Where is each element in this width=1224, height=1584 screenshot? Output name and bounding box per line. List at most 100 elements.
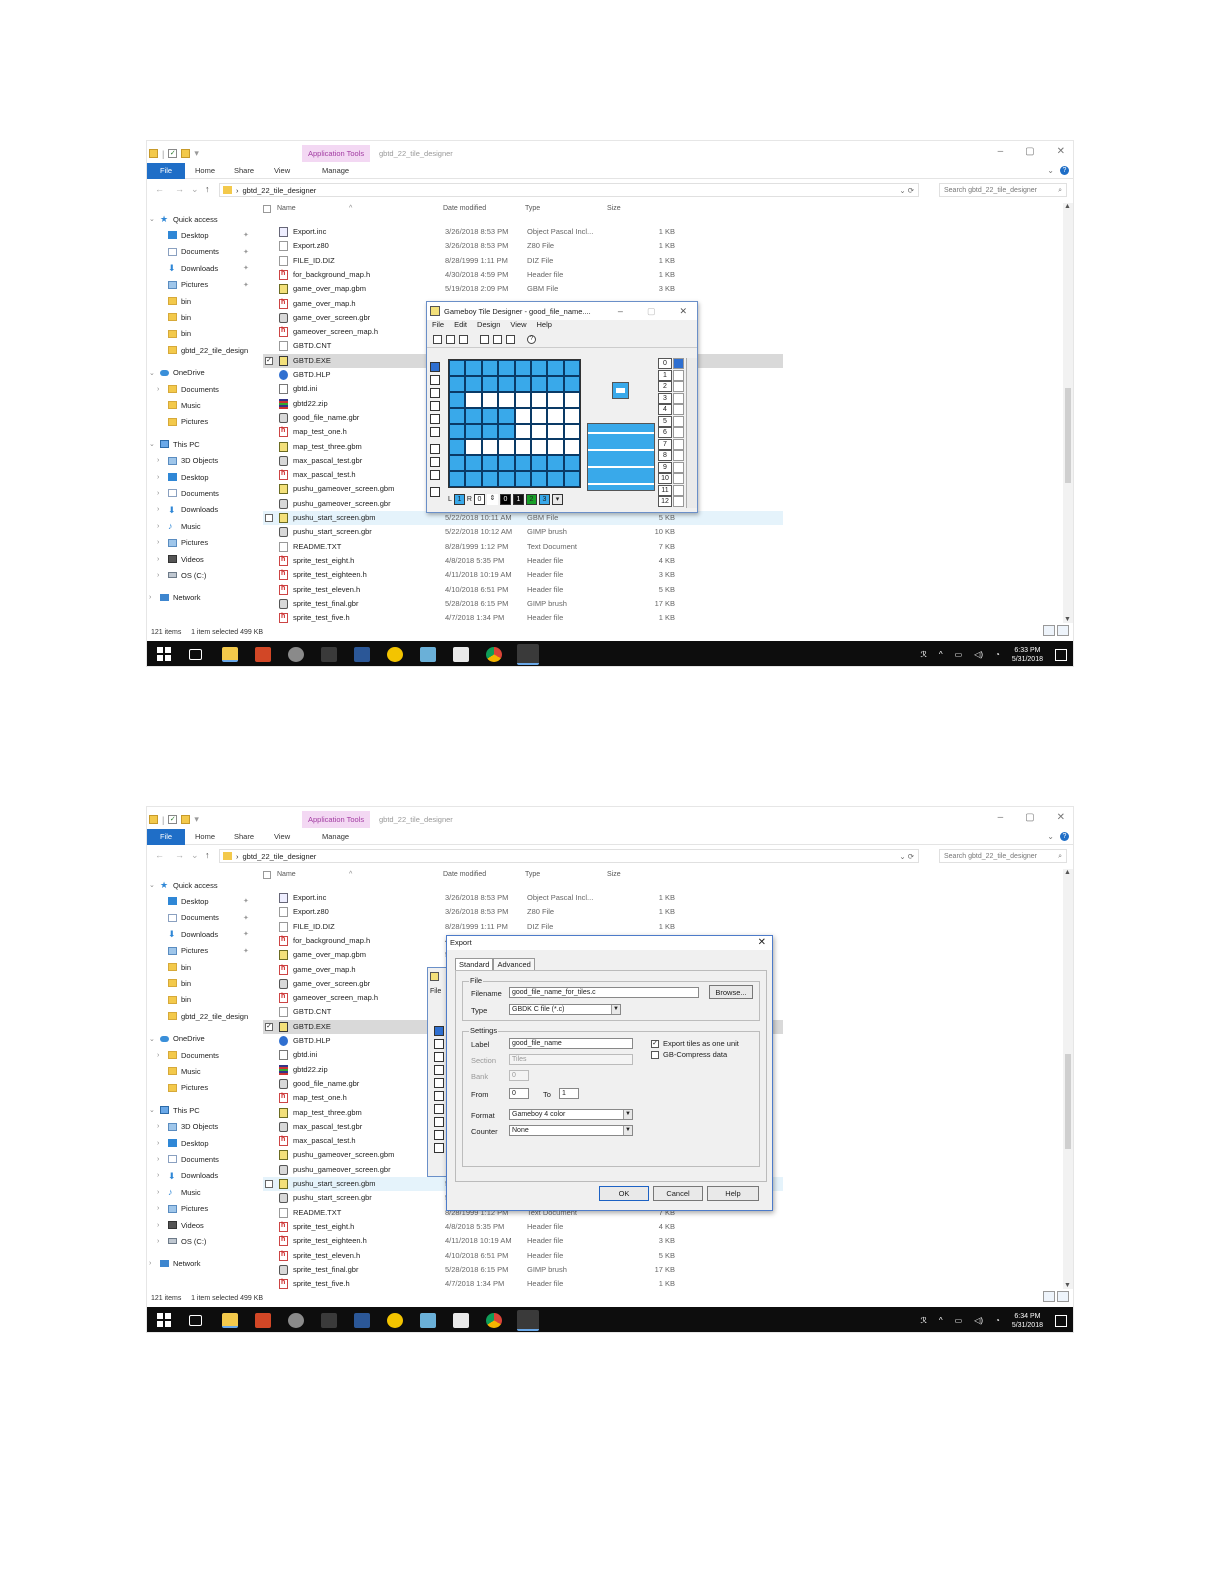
- tile-pixel[interactable]: [547, 439, 564, 456]
- nav-item-music[interactable]: › ♪ Music: [157, 520, 201, 532]
- recent-dropdown-icon[interactable]: ⌄: [191, 850, 199, 861]
- menu-help[interactable]: Help: [537, 320, 552, 332]
- tile-pixel[interactable]: [514, 407, 531, 424]
- paint-icon[interactable]: [453, 1313, 469, 1328]
- tile-pixel[interactable]: [465, 375, 482, 392]
- tile-number[interactable]: 8: [658, 450, 672, 461]
- large-icons-view-icon[interactable]: [1057, 1291, 1069, 1302]
- windows-start-icon[interactable]: [157, 647, 173, 662]
- tile-thumbnail[interactable]: [673, 404, 684, 415]
- people-icon[interactable]: ℛ: [920, 1316, 926, 1325]
- tile-pixel[interactable]: [481, 407, 499, 424]
- tile-number[interactable]: 0: [658, 358, 672, 369]
- tile-pixel[interactable]: [481, 375, 499, 392]
- tile-pixel[interactable]: [481, 391, 499, 408]
- nav-item-os-c-[interactable]: › OS (C:): [157, 1235, 206, 1247]
- tile-thumbnail[interactable]: [673, 450, 684, 461]
- menu-design[interactable]: Design: [477, 320, 500, 332]
- maximize-icon[interactable]: ▢: [647, 306, 656, 317]
- tile-pixel[interactable]: [481, 439, 499, 456]
- tile-pixel[interactable]: [465, 439, 482, 456]
- file-row[interactable]: pushu_start_screen.gbm 5/22/2018 10:11 AM…: [263, 511, 783, 525]
- powerpoint-icon[interactable]: [255, 1313, 271, 1328]
- tile-number[interactable]: 6: [658, 427, 672, 438]
- file-row[interactable]: sprite_test_five.h 4/7/2018 1:34 PM Header…: [263, 611, 783, 625]
- pin-icon[interactable]: ✦: [243, 947, 249, 955]
- tile-pixel[interactable]: [449, 407, 466, 424]
- tab-share[interactable]: Share: [234, 829, 254, 845]
- file-row[interactable]: sprite_test_eight.h 4/8/2018 5:35 PM Heade…: [263, 554, 783, 568]
- tile-number[interactable]: 12: [658, 496, 672, 507]
- flip-horizontal-icon[interactable]: [430, 444, 440, 454]
- row-checkbox[interactable]: ✓: [265, 1022, 273, 1031]
- tile-pixel[interactable]: [547, 423, 564, 440]
- nav-item-pictures[interactable]: Pictures: [157, 416, 208, 428]
- nav-item-3d-objects[interactable]: › 3D Objects: [157, 1121, 218, 1133]
- gimp-icon[interactable]: [288, 647, 304, 662]
- bank-input[interactable]: 0: [509, 1070, 529, 1081]
- file-row[interactable]: sprite_test_eleven.h 4/10/2018 6:51 PM Hea…: [263, 1249, 783, 1263]
- scroll-down-tool-icon[interactable]: [434, 1078, 444, 1088]
- eraser-icon[interactable]: [430, 487, 440, 497]
- nav-item-bin[interactable]: bin: [157, 994, 191, 1006]
- notepad-icon[interactable]: [420, 647, 436, 662]
- tile-pixel[interactable]: [465, 471, 482, 487]
- from-input[interactable]: 0: [509, 1088, 529, 1099]
- tile-pixel[interactable]: [514, 423, 531, 440]
- menu-view[interactable]: View: [510, 320, 526, 332]
- copy-icon[interactable]: [480, 335, 489, 344]
- nav-item-desktop[interactable]: Desktop: [157, 229, 209, 241]
- tile-pixel[interactable]: [563, 360, 580, 376]
- tile-pixel[interactable]: [465, 423, 482, 440]
- tile-thumbnail[interactable]: [673, 392, 684, 404]
- select-all-checkbox[interactable]: [263, 205, 271, 213]
- tile-thumbnail[interactable]: [673, 438, 684, 450]
- tile-pixel[interactable]: [498, 423, 515, 440]
- file-row[interactable]: sprite_test_final.gbr 5/28/2018 6:15 PM GI…: [263, 597, 783, 611]
- tab-file[interactable]: File: [147, 829, 185, 845]
- file-row[interactable]: README.TXT 8/28/1999 1:12 PM Text Document…: [263, 540, 783, 554]
- tile-pixel[interactable]: [530, 407, 548, 424]
- file-row[interactable]: sprite_test_eleven.h 4/10/2018 6:51 PM Hea…: [263, 583, 783, 597]
- task-view-icon[interactable]: [189, 649, 202, 660]
- close-icon[interactable]: ✕: [758, 936, 766, 950]
- restore-icon[interactable]: ▢: [1025, 146, 1034, 157]
- chevron-icon[interactable]: ›: [157, 506, 164, 513]
- tile-number[interactable]: 4: [658, 404, 672, 415]
- column-name[interactable]: Name: [277, 205, 296, 212]
- tile-pixel[interactable]: [563, 471, 580, 487]
- nav-item-documents[interactable]: Documents: [157, 912, 219, 924]
- powerpoint-icon[interactable]: [255, 647, 271, 662]
- app-icon[interactable]: [321, 1313, 337, 1328]
- tab-advanced[interactable]: Advanced: [493, 958, 535, 970]
- people-icon[interactable]: ℛ: [920, 650, 926, 659]
- chevron-icon[interactable]: ⌄: [149, 881, 156, 889]
- new-folder-icon[interactable]: [181, 149, 191, 158]
- tile-pixel[interactable]: [498, 375, 515, 392]
- color-2[interactable]: 2: [525, 493, 537, 505]
- chrome-icon[interactable]: [486, 647, 502, 662]
- tile-pixel[interactable]: [481, 360, 499, 376]
- chevron-icon[interactable]: ›: [149, 594, 156, 601]
- file-explorer-taskbar-icon[interactable]: [222, 1313, 238, 1328]
- chevron-icon[interactable]: ⌄: [149, 1035, 156, 1043]
- tile-thumbnail[interactable]: [673, 369, 684, 381]
- format-select[interactable]: Gameboy 4 color ▼: [509, 1109, 633, 1120]
- forward-icon[interactable]: →: [175, 184, 184, 194]
- nav-item-bin[interactable]: bin: [157, 328, 191, 340]
- chevron-icon[interactable]: ›: [157, 572, 164, 579]
- address-dropdown-icon[interactable]: ⌄ ⟳: [899, 852, 914, 861]
- column-type[interactable]: Type: [525, 871, 540, 878]
- chevron-icon[interactable]: ›: [157, 474, 164, 481]
- nav-item-videos[interactable]: › Videos: [157, 553, 204, 565]
- file-list-scrollbar[interactable]: ▲ ▼: [1063, 869, 1073, 1289]
- tile-pixel[interactable]: [530, 439, 548, 456]
- pin-icon[interactable]: ✦: [243, 264, 249, 272]
- chevron-icon[interactable]: ›: [157, 1052, 164, 1059]
- tile-pixel[interactable]: [498, 407, 515, 424]
- nav-item-music[interactable]: › ♪ Music: [157, 1186, 201, 1198]
- pin-icon[interactable]: ✦: [243, 248, 249, 256]
- menu-file[interactable]: File: [430, 988, 441, 995]
- tile-thumbnail[interactable]: [673, 358, 684, 369]
- counter-select[interactable]: None ▼: [509, 1125, 633, 1136]
